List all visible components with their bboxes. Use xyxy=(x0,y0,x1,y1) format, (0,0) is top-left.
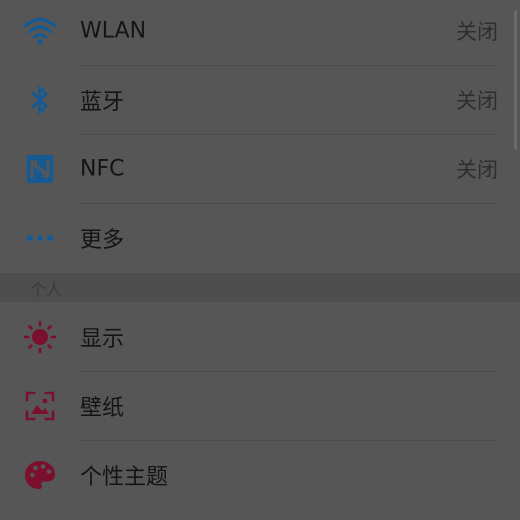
setting-row-wallpaper[interactable]: 壁纸 xyxy=(0,372,520,440)
section-header-personal: 个人 xyxy=(0,273,520,302)
themes-label: 个性主题 xyxy=(80,465,169,490)
wallpaper-icon xyxy=(22,388,58,424)
bluetooth-icon xyxy=(22,82,58,118)
setting-row-more[interactable]: 更多 xyxy=(0,204,520,272)
setting-row-display[interactable]: 显示 xyxy=(0,303,520,371)
setting-row-nfc[interactable]: NFC 关闭 xyxy=(0,135,520,203)
setting-row-wlan[interactable]: WLAN 关闭 xyxy=(0,0,520,65)
nfc-status: 关闭 xyxy=(456,158,498,182)
brightness-icon xyxy=(22,319,58,355)
palette-icon xyxy=(22,457,58,493)
setting-row-bluetooth[interactable]: 蓝牙 关闭 xyxy=(0,66,520,134)
section-title: 个人 xyxy=(30,279,63,299)
setting-row-themes[interactable]: 个性主题 xyxy=(0,441,520,509)
bluetooth-status: 关闭 xyxy=(456,89,498,113)
settings-screen: WLAN 关闭 蓝牙 关闭 NFC 关闭 更多 个人 显示 壁纸 个性主题 xyxy=(0,0,520,520)
wlan-status: 关闭 xyxy=(456,20,498,44)
more-label: 更多 xyxy=(80,228,125,253)
more-dots-icon xyxy=(22,220,58,256)
nfc-label: NFC xyxy=(80,156,125,182)
bluetooth-label: 蓝牙 xyxy=(80,90,125,115)
scrollbar[interactable] xyxy=(514,10,517,150)
wallpaper-label: 壁纸 xyxy=(80,396,125,421)
wifi-icon xyxy=(22,13,58,49)
nfc-icon xyxy=(22,151,58,187)
wlan-label: WLAN xyxy=(80,18,147,44)
display-label: 显示 xyxy=(80,327,125,352)
